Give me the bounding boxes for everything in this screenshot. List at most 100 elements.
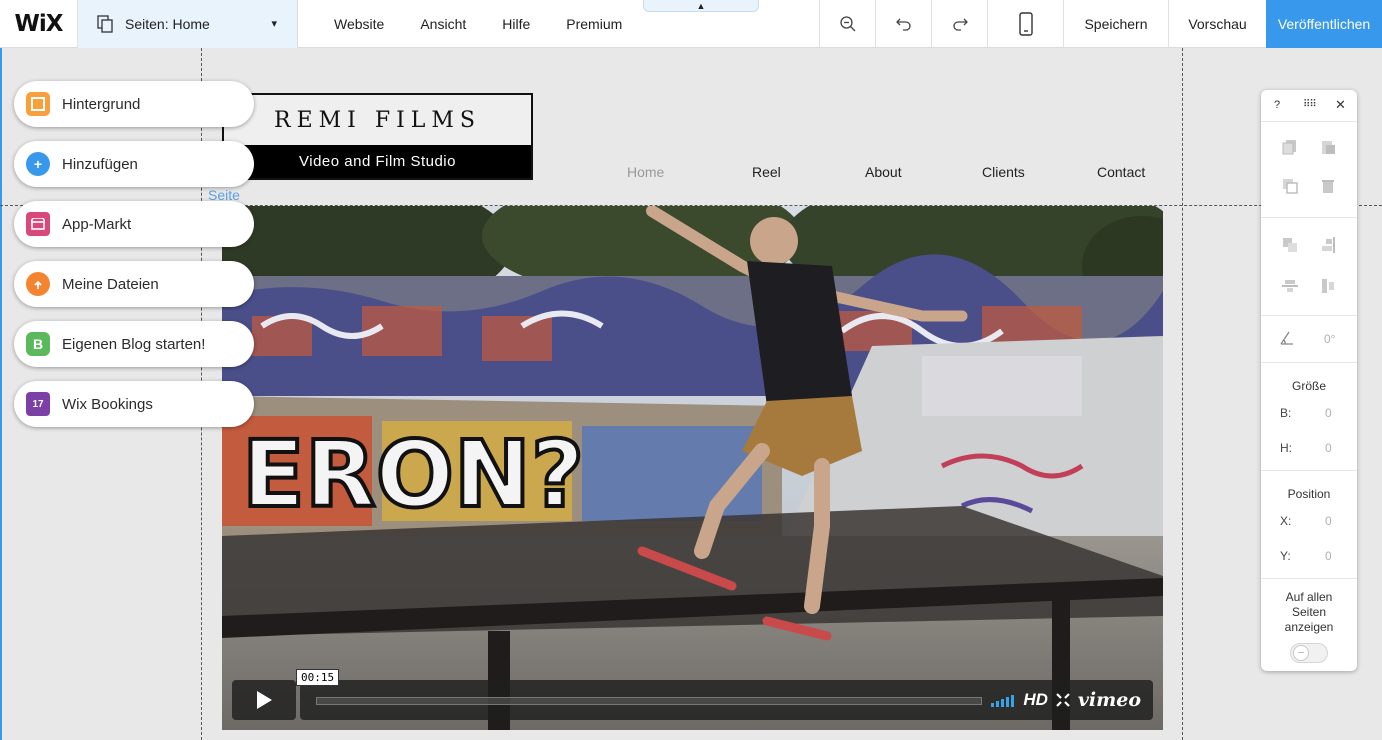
y-input[interactable]: 0 — [1325, 549, 1332, 563]
tool-label: App-Markt — [62, 215, 132, 233]
y-label: Y: — [1280, 549, 1291, 563]
site-nav-reel[interactable]: Reel — [752, 164, 781, 182]
play-icon — [257, 691, 272, 709]
drag-handle-icon[interactable]: ⠿⠿ — [1303, 99, 1317, 110]
gridline-right — [1182, 48, 1183, 740]
redo-button[interactable] — [931, 0, 987, 48]
tool-label: Eigenen Blog starten! — [62, 335, 206, 353]
site-brand-name: REMI FILMS — [274, 107, 481, 133]
rotate-angle-icon — [1280, 331, 1293, 345]
height-input[interactable]: 0 — [1325, 441, 1332, 455]
editor-topbar: WiX Seiten: Home ▾ Website Ansicht Hilfe… — [0, 0, 1382, 48]
menu-website[interactable]: Website — [334, 16, 384, 32]
publish-button[interactable]: Veröffentlichen — [1266, 0, 1382, 48]
tool-add[interactable]: + Hinzufügen — [14, 141, 254, 187]
pages-icon — [96, 15, 114, 33]
video-control-bar: HD vimeo — [300, 680, 1153, 720]
add-icon: + — [26, 152, 50, 176]
inspector-divider — [1261, 470, 1357, 471]
play-button[interactable] — [232, 680, 296, 720]
site-nav-contact[interactable]: Contact — [1097, 164, 1145, 182]
hd-quality-toggle[interactable]: HD — [1023, 690, 1048, 710]
show-all-pages-label-3: anzeigen — [1284, 620, 1334, 634]
wix-logo: WiX — [0, 0, 78, 48]
canvas-left-edge — [0, 48, 2, 740]
video-timecode: 00:15 — [296, 669, 340, 686]
svg-text:ERON?: ERON? — [242, 421, 584, 528]
fullscreen-icon[interactable] — [1056, 693, 1070, 707]
background-icon — [26, 92, 50, 116]
tool-background[interactable]: Hintergrund — [14, 81, 254, 127]
tool-label: Hintergrund — [62, 95, 141, 113]
vimeo-logo-link[interactable]: vimeo — [1078, 689, 1141, 711]
undo-icon — [895, 18, 911, 31]
site-nav-clients[interactable]: Clients — [982, 164, 1025, 182]
tool-label: Meine Dateien — [62, 275, 159, 293]
trash-icon[interactable] — [1320, 178, 1336, 194]
inspector-divider — [1261, 315, 1357, 316]
help-icon[interactable]: ? — [1274, 99, 1280, 111]
chevron-up-icon: ▲ — [696, 0, 706, 11]
tool-app-market[interactable]: App-Markt — [14, 201, 254, 247]
upload-cloud-icon — [26, 272, 50, 296]
collapse-toolbar-tab[interactable]: ▲ — [643, 0, 759, 12]
video-right-controls: HD vimeo — [991, 687, 1141, 713]
video-controls: HD vimeo 00:15 — [232, 669, 1153, 720]
paste-icon[interactable] — [1320, 139, 1336, 155]
inspector-divider — [1261, 217, 1357, 218]
distribute-icon[interactable] — [1320, 278, 1336, 294]
tool-my-files[interactable]: Meine Dateien — [14, 261, 254, 307]
video-progress-bar[interactable] — [316, 697, 982, 705]
inspector-divider — [1261, 578, 1357, 579]
zoom-out-button[interactable] — [819, 0, 875, 48]
show-on-all-pages-toggle[interactable]: – — [1290, 643, 1328, 663]
menu-help[interactable]: Hilfe — [502, 16, 530, 32]
show-all-pages-label-1: Auf allen — [1285, 590, 1333, 604]
video-player[interactable]: ERON? HD vimeo 00:15 — [222, 206, 1163, 730]
pages-dropdown[interactable]: Seiten: Home ▾ — [78, 0, 298, 48]
undo-button[interactable] — [875, 0, 931, 48]
mobile-view-button[interactable] — [987, 0, 1063, 48]
tool-label: Wix Bookings — [62, 395, 153, 413]
video-frame-skatepark: ERON? — [222, 206, 1163, 730]
width-input[interactable]: 0 — [1325, 406, 1332, 420]
zoom-out-icon — [839, 16, 855, 32]
width-label: B: — [1280, 406, 1292, 420]
align-right-icon[interactable] — [1320, 237, 1336, 253]
menu-view[interactable]: Ansicht — [420, 16, 466, 32]
pages-label: Seiten: Home — [125, 16, 210, 32]
x-label: X: — [1280, 514, 1292, 528]
tool-label: Hinzufügen — [62, 155, 138, 173]
volume-bars-icon[interactable] — [991, 693, 1015, 707]
tool-wix-bookings[interactable]: 17 Wix Bookings — [14, 381, 254, 427]
rotation-value[interactable]: 0° — [1324, 332, 1335, 346]
height-label: H: — [1280, 441, 1292, 455]
show-all-pages-label-2: Seiten — [1291, 605, 1327, 619]
menu-premium[interactable]: Premium — [566, 16, 622, 32]
size-section-title: Größe — [1291, 379, 1326, 393]
inspector-panel: ? ⠿⠿ ✕ 0° Größe B: 0 H: 0 Position X: 0 … — [1261, 90, 1357, 671]
arrange-layers-icon[interactable] — [1282, 237, 1298, 253]
site-nav-about[interactable]: About — [865, 164, 902, 182]
app-market-icon — [26, 212, 50, 236]
chevron-down-icon: ▾ — [271, 18, 277, 30]
main-menu: Website Ansicht Hilfe Premium — [298, 0, 622, 48]
site-nav-home[interactable]: Home — [627, 164, 664, 182]
toggle-knob: – — [1293, 645, 1309, 661]
copy-icon[interactable] — [1282, 139, 1298, 155]
close-icon[interactable]: ✕ — [1335, 97, 1346, 113]
position-section-title: Position — [1287, 487, 1331, 501]
inspector-divider — [1261, 362, 1357, 363]
mobile-phone-icon — [1018, 12, 1033, 36]
site-tagline: Video and Film Studio — [224, 145, 531, 178]
preview-button[interactable]: Vorschau — [1168, 0, 1266, 48]
align-center-icon[interactable] — [1282, 278, 1298, 294]
tool-start-blog[interactable]: B Eigenen Blog starten! — [14, 321, 254, 367]
blog-icon: B — [26, 332, 50, 356]
duplicate-icon[interactable] — [1282, 178, 1298, 194]
x-input[interactable]: 0 — [1325, 514, 1332, 528]
inspector-header: ? ⠿⠿ ✕ — [1261, 90, 1357, 122]
save-button[interactable]: Speichern — [1063, 0, 1168, 48]
calendar-icon: 17 — [26, 392, 50, 416]
site-logo[interactable]: REMI FILMS Video and Film Studio — [222, 93, 533, 180]
